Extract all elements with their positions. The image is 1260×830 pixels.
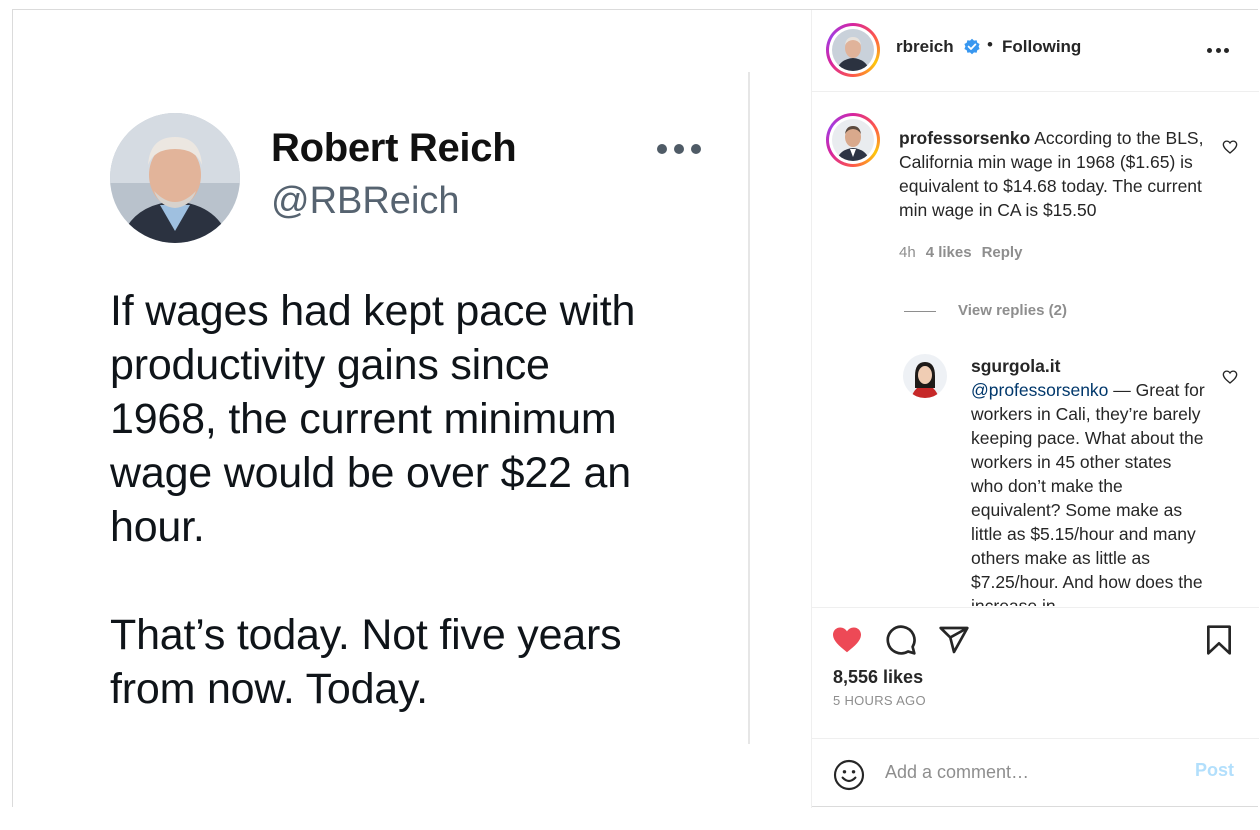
following-button[interactable]: Following [1002,37,1081,57]
instagram-post: Robert Reich @RBReich If wages had kept … [12,9,1259,808]
reply-mention-link[interactable]: @professorsenko [971,380,1108,400]
author-username[interactable]: rbreich [896,37,954,57]
view-replies-line [904,311,936,312]
header-separator: • [987,35,993,54]
comment-icon[interactable] [885,624,917,656]
comment-like-heart-icon[interactable] [1222,139,1238,155]
tweet-text-paragraph-2: That’s today. Not five years from now. T… [110,611,622,713]
reply-like-heart-icon[interactable] [1222,369,1238,385]
heart-icon[interactable] [831,624,863,656]
more-options-icon[interactable] [1207,48,1229,54]
post-header: rbreich • Following [811,10,1259,92]
reply-button[interactable]: Reply [982,244,1023,261]
commenter-avatar[interactable] [826,113,880,167]
reply-avatar[interactable] [903,354,947,398]
reply-body: — Great for workers in Cali, they’re bar… [971,380,1205,606]
comments-list[interactable]: professorsenko According to the BLS, Cal… [811,92,1259,606]
comment-meta: 4h 4 likes Reply [899,244,1022,261]
reply-text: sgurgola.it @professorsenko — Great for … [971,354,1206,606]
comment-username[interactable]: professorsenko [899,128,1030,148]
post-comment-button[interactable]: Post [1195,760,1234,781]
post-timestamp[interactable]: 5 HOURS AGO [833,693,926,708]
bookmark-icon[interactable] [1203,624,1235,656]
tweet-more-icon [657,134,701,164]
add-comment-bar: Post [811,738,1259,809]
post-actions: 8,556 likes 5 HOURS AGO [811,607,1259,738]
verified-badge-icon [964,38,980,55]
add-comment-input[interactable] [885,759,1175,785]
view-replies-button[interactable]: View replies (2) [958,302,1067,319]
author-avatar[interactable] [826,23,880,77]
comment-text: professorsenko According to the BLS, Cal… [899,126,1219,222]
comment-likes-count[interactable]: 4 likes [926,244,972,261]
post-media[interactable]: Robert Reich @RBReich If wages had kept … [13,10,812,808]
tweet-text-paragraph-1: If wages had kept pace with productivity… [110,287,636,551]
likes-count[interactable]: 8,556 likes [833,667,923,688]
post-side-panel: rbreich • Following professorsenko Accor… [811,10,1259,808]
comment-time: 4h [899,244,916,261]
share-icon[interactable] [938,624,970,656]
tweet-author-name: Robert Reich [271,126,517,170]
tweet-author-handle: @RBReich [271,180,460,222]
tweet-avatar [110,113,240,243]
tweet-divider [748,72,750,744]
reply-username[interactable]: sgurgola.it [971,354,1206,378]
smiley-icon[interactable] [833,759,865,791]
